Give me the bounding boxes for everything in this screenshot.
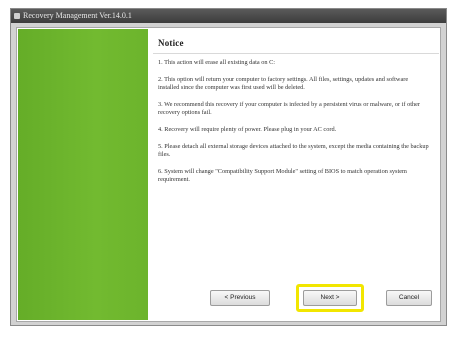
sidebar-panel [18,29,148,320]
notice-item-3: 3. We recommend this recovery if your co… [158,101,421,116]
next-button[interactable]: Next > [303,290,357,306]
cancel-button[interactable]: Cancel [386,290,432,306]
button-bar: < Previous Next > Cancel [153,281,440,317]
app-icon [14,13,20,19]
notice-item-4: 4. Recovery will require plenty of power… [158,126,337,133]
previous-button[interactable]: < Previous [210,290,270,306]
notice-item-1: 1. This action will erase all existing d… [158,59,276,66]
notice-list: 1. This action will erase all existing d… [158,59,430,193]
notice-item-6: 6. System will change "Compatibility Sup… [158,168,407,183]
title-bar[interactable]: Recovery Management Ver.14.0.1 [11,9,446,23]
notice-heading: Notice [158,38,184,48]
notice-panel: Notice 1. This action will erase all exi… [153,29,440,320]
recovery-window: Recovery Management Ver.14.0.1 Notice 1.… [10,8,447,326]
notice-item-2: 2. This option will return your computer… [158,76,409,91]
notice-item-5: 5. Please detach all external storage de… [158,143,429,158]
heading-divider [153,53,439,54]
dialog-frame: Notice 1. This action will erase all exi… [16,27,441,322]
window-title: Recovery Management Ver.14.0.1 [23,11,132,20]
